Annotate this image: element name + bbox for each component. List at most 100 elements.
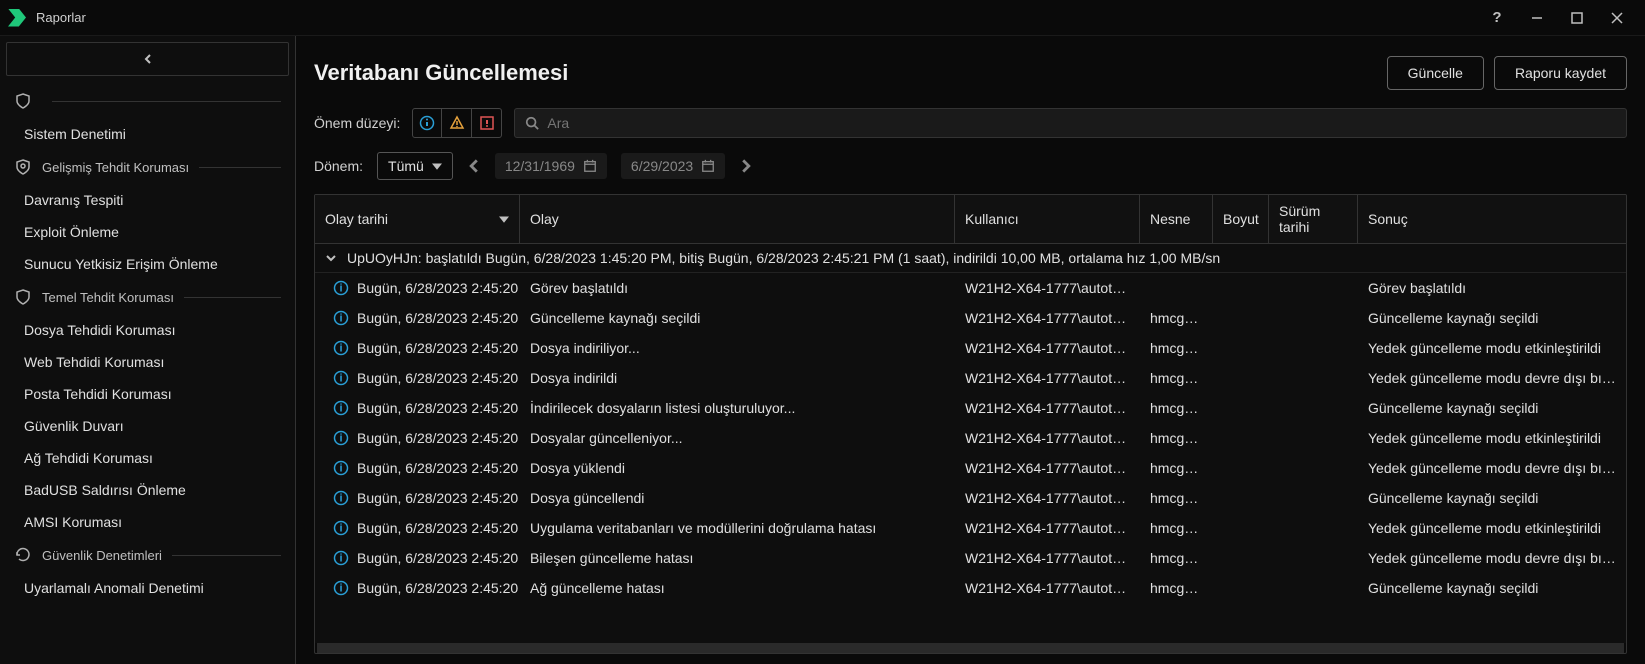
severity-info-button[interactable] (412, 108, 442, 138)
table-row[interactable]: iBugün, 6/28/2023 2:45:20 PMGüncelleme k… (315, 303, 1626, 333)
sort-desc-icon (499, 214, 509, 224)
cell-date: iBugün, 6/28/2023 2:45:20 PM (315, 486, 520, 510)
severity-label: Önem düzeyi: (314, 115, 400, 131)
table-row[interactable]: iBugün, 6/28/2023 2:45:20 PMGörev başlat… (315, 273, 1626, 303)
table-row[interactable]: iBugün, 6/28/2023 2:45:20 PMDosya indiri… (315, 363, 1626, 393)
cell-result: Yedek güncelleme modu devre dışı bırakıl… (1358, 366, 1626, 390)
info-icon (419, 115, 435, 131)
sidebar-group-advanced: Gelişmiş Tehdit Koruması (0, 150, 295, 184)
cell-object: hmcgKWzh (1140, 486, 1213, 510)
info-icon: i (333, 340, 349, 356)
page-title: Veritabanı Güncellemesi (314, 60, 1377, 86)
cell-result: Yedek güncelleme modu etkinleştirildi (1358, 426, 1626, 450)
cell-user: W21H2-X64-1777\autotester (955, 576, 1140, 600)
table-body[interactable]: UpUOyHJn: başlatıldı Bugün, 6/28/2023 1:… (315, 244, 1626, 643)
th-event[interactable]: Olay (520, 195, 955, 243)
sidebar-group-label: Güvenlik Denetimleri (42, 548, 162, 563)
severity-critical-button[interactable] (472, 108, 502, 138)
svg-text:i: i (339, 553, 342, 565)
svg-text:i: i (339, 343, 342, 355)
titlebar: Raporlar ? (0, 0, 1645, 36)
sidebar-item-network[interactable]: Ağ Tehdidi Koruması (0, 442, 295, 474)
date-from-value: 12/31/1969 (505, 158, 575, 174)
sidebar-item-file[interactable]: Dosya Tehdidi Koruması (0, 314, 295, 346)
th-size[interactable]: Boyut (1213, 195, 1269, 243)
events-table: Olay tarihi Olay Kullanıcı Nesne Boyut S… (314, 194, 1627, 654)
table-row[interactable]: iBugün, 6/28/2023 2:45:20 PMBileşen günc… (315, 543, 1626, 573)
help-button[interactable]: ? (1477, 0, 1517, 36)
cell-user: W21H2-X64-1777\autotester (955, 546, 1140, 570)
sidebar-item-web[interactable]: Web Tehdidi Koruması (0, 346, 295, 378)
cell-result: Güncelleme kaynağı seçildi (1358, 576, 1626, 600)
svg-text:i: i (339, 493, 342, 505)
table-row[interactable]: iBugün, 6/28/2023 2:45:20 PMDosya indiri… (315, 333, 1626, 363)
shield-icon (14, 92, 32, 110)
update-button[interactable]: Güncelle (1387, 56, 1484, 90)
refresh-icon (14, 546, 32, 564)
cell-object (1140, 276, 1213, 300)
th-date[interactable]: Olay tarihi (315, 195, 520, 243)
table-row[interactable]: iBugün, 6/28/2023 2:45:20 PMDosya yüklen… (315, 453, 1626, 483)
sidebar-group-security: Güvenlik Denetimleri (0, 538, 295, 572)
horizontal-scrollbar[interactable] (317, 643, 1624, 653)
cell-object: hmcgKWzh (1140, 456, 1213, 480)
shield-icon (14, 288, 32, 306)
cell-user: W21H2-X64-1777\autotester (955, 516, 1140, 540)
cell-version (1269, 336, 1358, 360)
search-box[interactable] (514, 108, 1627, 138)
period-value: Tümü (388, 158, 424, 174)
minimize-button[interactable] (1517, 0, 1557, 36)
cell-object: hmcgKWzh (1140, 576, 1213, 600)
search-input[interactable] (547, 115, 1616, 131)
cell-size (1213, 396, 1269, 420)
sidebar-item-exploit[interactable]: Exploit Önleme (0, 216, 295, 248)
severity-toggle-group (412, 108, 502, 138)
group-text: UpUOyHJn: başlatıldı Bugün, 6/28/2023 1:… (347, 250, 1220, 266)
table-row[interactable]: iBugün, 6/28/2023 2:45:20 PMDosyalar gün… (315, 423, 1626, 453)
save-report-button[interactable]: Raporu kaydet (1494, 56, 1627, 90)
sidebar-item-firewall[interactable]: Güvenlik Duvarı (0, 410, 295, 442)
maximize-button[interactable] (1557, 0, 1597, 36)
close-button[interactable] (1597, 0, 1637, 36)
cell-version (1269, 396, 1358, 420)
th-object[interactable]: Nesne (1140, 195, 1213, 243)
date-from-field[interactable]: 12/31/1969 (495, 153, 607, 179)
cell-size (1213, 516, 1269, 540)
date-prev-button[interactable] (467, 159, 481, 173)
shield-icon (14, 158, 32, 176)
cell-event: Uygulama veritabanları ve modüllerini do… (520, 516, 955, 540)
sidebar-item-anomaly[interactable]: Uyarlamalı Anomali Denetimi (0, 572, 295, 604)
calendar-icon (583, 159, 597, 173)
th-user[interactable]: Kullanıcı (955, 195, 1140, 243)
table-row[interactable]: iBugün, 6/28/2023 2:45:20 PMUygulama ver… (315, 513, 1626, 543)
table-row[interactable]: iBugün, 6/28/2023 2:45:20 PMİndirilecek … (315, 393, 1626, 423)
sidebar-item-system-audit[interactable]: Sistem Denetimi (0, 118, 295, 150)
sidebar-item-badusb[interactable]: BadUSB Saldırısı Önleme (0, 474, 295, 506)
date-to-field[interactable]: 6/29/2023 (621, 153, 725, 179)
cell-result: Güncelleme kaynağı seçildi (1358, 396, 1626, 420)
th-version[interactable]: Sürüm tarihi (1269, 195, 1358, 243)
sidebar-item-amsi[interactable]: AMSI Koruması (0, 506, 295, 538)
info-icon: i (333, 430, 349, 446)
cell-event: Dosya güncellendi (520, 486, 955, 510)
cell-object: hmcgKWzh (1140, 516, 1213, 540)
table-row[interactable]: iBugün, 6/28/2023 2:45:20 PMDosya güncel… (315, 483, 1626, 513)
sidebar-item-behavior[interactable]: Davranış Tespiti (0, 184, 295, 216)
cell-date: iBugün, 6/28/2023 2:45:20 PM (315, 366, 520, 390)
period-label: Dönem: (314, 158, 363, 174)
table-group-row[interactable]: UpUOyHJn: başlatıldı Bugün, 6/28/2023 1:… (315, 244, 1626, 273)
cell-result: Güncelleme kaynağı seçildi (1358, 306, 1626, 330)
sidebar-item-intrusion[interactable]: Sunucu Yetkisiz Erişim Önleme (0, 248, 295, 280)
table-row[interactable]: iBugün, 6/28/2023 2:45:20 PMAğ güncellem… (315, 573, 1626, 603)
severity-warning-button[interactable] (442, 108, 472, 138)
sidebar-item-mail[interactable]: Posta Tehdidi Koruması (0, 378, 295, 410)
date-next-button[interactable] (739, 159, 753, 173)
cell-size (1213, 426, 1269, 450)
cell-event: Bileşen güncelleme hatası (520, 546, 955, 570)
period-select[interactable]: Tümü (377, 152, 453, 180)
cell-date: iBugün, 6/28/2023 2:45:20 PM (315, 336, 520, 360)
info-icon: i (333, 580, 349, 596)
th-result[interactable]: Sonuç (1358, 195, 1626, 243)
cell-size (1213, 486, 1269, 510)
sidebar-collapse-button[interactable] (6, 42, 289, 76)
